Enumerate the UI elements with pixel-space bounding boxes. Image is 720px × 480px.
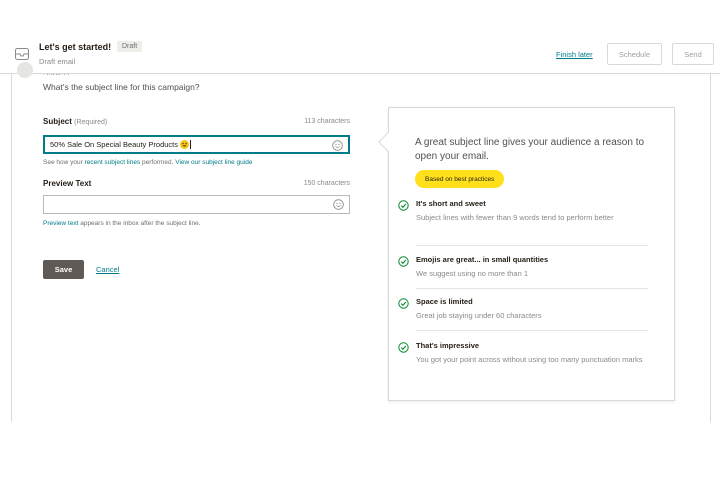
status-badge: Draft	[117, 41, 143, 52]
smiley-icon[interactable]	[332, 140, 343, 151]
subject-line-guide-link[interactable]: View our subject line guide	[175, 159, 252, 166]
subject-char-count: 113 characters	[304, 118, 350, 125]
check-circle-icon	[398, 298, 409, 309]
tip-heading: Space is limited	[416, 297, 473, 306]
send-button[interactable]: Send	[672, 43, 714, 65]
cancel-link[interactable]: Cancel	[96, 265, 119, 274]
subject-input[interactable]: 50% Sale On Special Beauty Products	[43, 135, 350, 154]
top-bar: Let's get started! Draft Draft email Fin…	[0, 0, 720, 74]
subject-input-value: 50% Sale On Special Beauty Products	[50, 140, 178, 149]
check-circle-icon	[398, 342, 409, 353]
smiley-icon[interactable]	[333, 199, 344, 210]
preview-text-link[interactable]: Preview text	[43, 220, 78, 227]
check-circle-icon	[398, 200, 409, 211]
campaign-title: Let's get started!	[39, 42, 112, 52]
preview-text-input[interactable]	[43, 195, 350, 214]
divider	[416, 288, 648, 289]
subject-helper-text: See how your recent subject lines perfor…	[43, 159, 253, 166]
schedule-button[interactable]: Schedule	[607, 43, 662, 65]
text-cursor	[190, 140, 191, 149]
campaign-subtitle: Draft email	[39, 57, 76, 66]
tip-body: Great job staying under 60 characters	[416, 311, 542, 320]
tip-body: You got your point across without using …	[416, 355, 643, 364]
preview-text-label: Preview Text	[43, 179, 92, 188]
envelope-icon	[15, 48, 29, 60]
preview-helper-text: Preview text appears in the inbox after …	[43, 220, 201, 227]
preview-char-count: 150 characters	[303, 180, 350, 187]
tip-heading: That's impressive	[416, 341, 480, 350]
tip-heading: It's short and sweet	[416, 199, 486, 208]
save-button[interactable]: Save	[43, 260, 84, 279]
divider	[416, 245, 648, 246]
step-indicator	[17, 62, 33, 78]
divider	[416, 330, 648, 331]
tip-heading: Emojis are great... in small quantities	[416, 255, 549, 264]
tip-body: We suggest using no more than 1	[416, 269, 529, 278]
required-label: (Required)	[74, 119, 108, 126]
subject-label: Subject (Required)	[43, 117, 108, 126]
recent-subject-lines-link[interactable]: recent subject lines	[85, 159, 141, 166]
grinning-emoji-icon	[180, 140, 189, 149]
tip-body: Subject lines with fewer than 9 words te…	[416, 213, 614, 222]
section-question: What's the subject line for this campaig…	[43, 82, 200, 92]
finish-later-link[interactable]: Finish later	[556, 50, 593, 59]
best-practices-badge: Based on best practices	[415, 170, 505, 188]
tips-title: A great subject line gives your audience…	[415, 137, 645, 162]
check-circle-icon	[398, 256, 409, 267]
